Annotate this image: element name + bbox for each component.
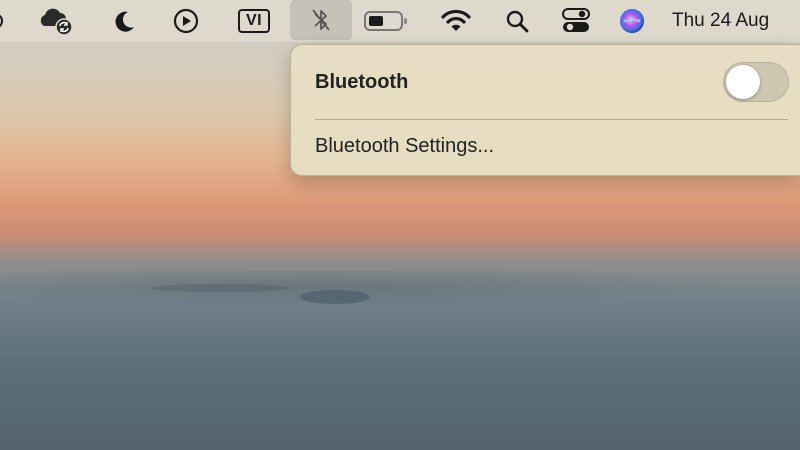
menubar-clock[interactable]: Thu 24 Aug	[672, 0, 800, 42]
bluetooth-settings-item[interactable]: Bluetooth Settings...	[315, 135, 494, 158]
wallpaper-cloud	[150, 284, 290, 292]
spotlight-search-icon[interactable]	[502, 0, 532, 42]
bluetooth-icon	[312, 9, 330, 31]
control-center-icon[interactable]	[560, 0, 592, 42]
icloud-sync-icon[interactable]	[34, 0, 78, 42]
bluetooth-menu-title: Bluetooth	[315, 71, 409, 93]
input-source-label: VI	[237, 9, 271, 33]
bluetooth-toggle[interactable]	[723, 62, 789, 102]
wallpaper-cloud	[300, 290, 370, 304]
siri-icon[interactable]	[616, 0, 648, 42]
clock-text: Thu 24 Aug	[672, 10, 770, 31]
bluetooth-toggle-knob	[726, 65, 760, 99]
menu-bar: VI Thu 24 Aug	[0, 0, 800, 42]
do-not-disturb-moon-icon[interactable]	[108, 0, 140, 42]
wifi-icon[interactable]	[438, 0, 474, 42]
now-playing-icon[interactable]	[170, 0, 202, 42]
bluetooth-menu-button[interactable]	[290, 0, 352, 40]
bluetooth-dropdown-menu: Bluetooth Bluetooth Settings...	[290, 44, 800, 176]
input-source-menu[interactable]: VI	[232, 0, 276, 42]
menu-divider	[315, 119, 788, 120]
wallpaper-haze	[0, 270, 800, 310]
battery-icon[interactable]	[362, 0, 410, 42]
partial-menu-icon[interactable]	[0, 0, 8, 42]
